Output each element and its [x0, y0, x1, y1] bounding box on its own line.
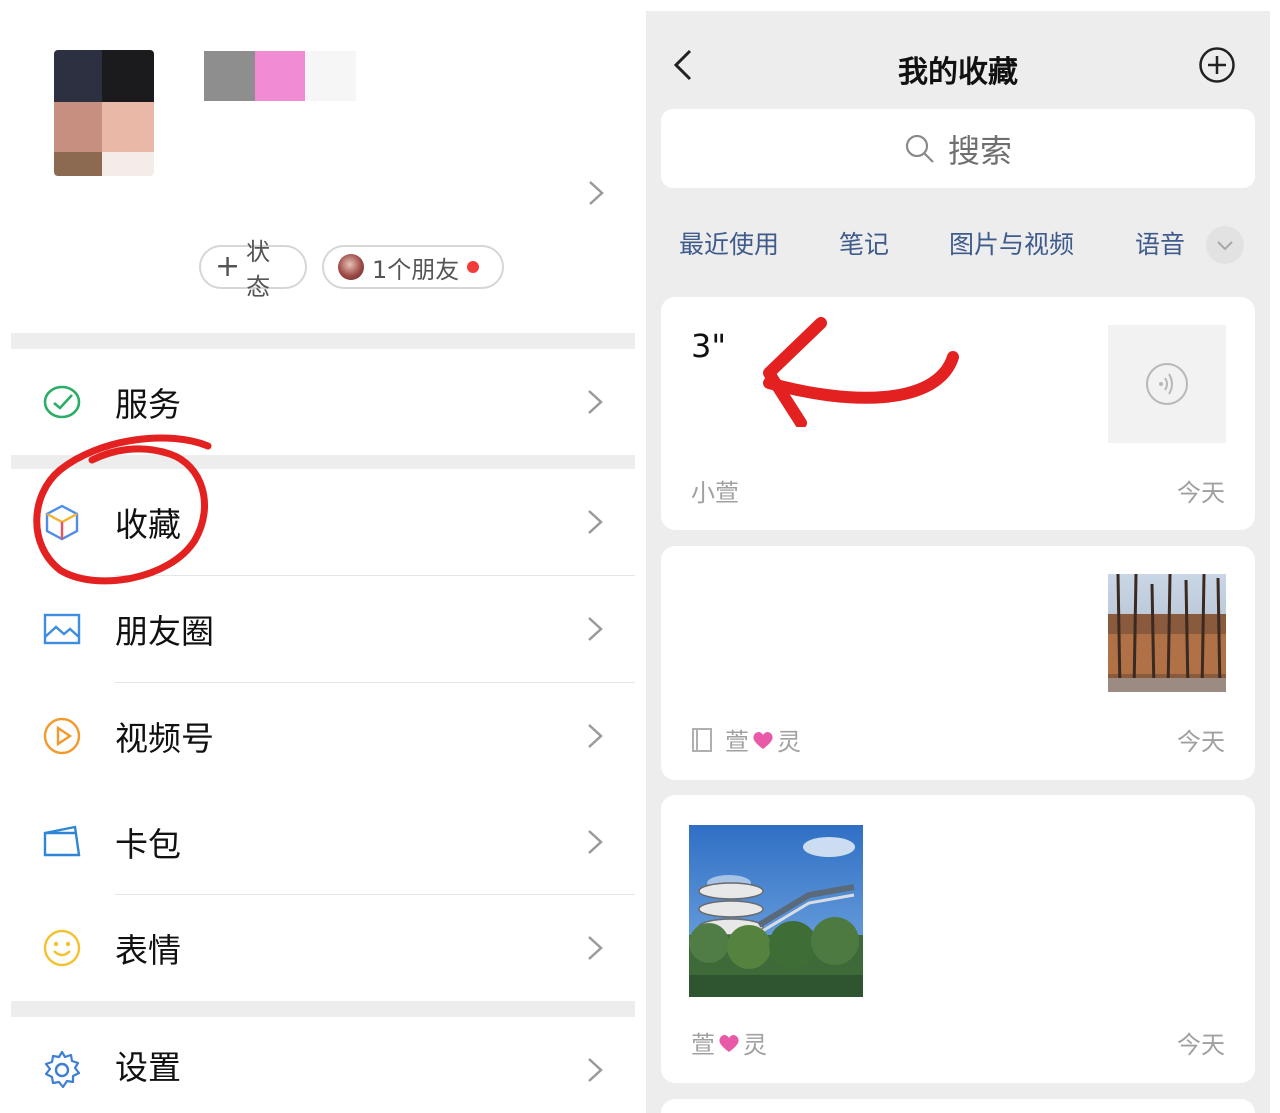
card-date: 今天 — [1177, 728, 1225, 756]
chevron-right-icon — [588, 830, 603, 854]
chevron-right-icon — [588, 510, 603, 534]
profile-avatar[interactable] — [54, 50, 154, 176]
channels-play-icon — [43, 717, 81, 755]
friends-status-chip[interactable]: 1个朋友 — [322, 245, 504, 289]
section-gap — [11, 333, 635, 349]
note-book-icon — [692, 727, 712, 752]
menu-label: 朋友圈 — [115, 612, 214, 651]
source-name-end: 灵 — [777, 728, 801, 756]
menu-label: 服务 — [115, 385, 181, 424]
favorite-card-image[interactable]: 萱 灵 今天 — [661, 795, 1255, 1083]
search-bar[interactable]: 搜索 — [661, 109, 1255, 188]
page-title: 我的收藏 — [898, 55, 1018, 90]
chevron-right-icon — [588, 936, 603, 960]
favorites-page: 我的收藏 搜索 最近使用 笔记 图片与视频 语音 3" 小萱 今天 萱 灵 今天… — [646, 11, 1270, 1113]
chevron-right-icon — [588, 1058, 603, 1082]
menu-item-stickers[interactable]: 表情 — [11, 895, 635, 1001]
profile-chevron-icon[interactable] — [584, 178, 608, 208]
chevron-down-icon — [1217, 241, 1233, 251]
search-icon — [905, 134, 934, 163]
add-circle-icon[interactable] — [1198, 46, 1236, 84]
section-gap — [11, 1001, 635, 1017]
menu-label: 视频号 — [115, 719, 214, 758]
menu-item-favorites[interactable]: 收藏 — [11, 469, 635, 575]
tab-notes[interactable]: 笔记 — [839, 225, 889, 261]
menu-label: 表情 — [115, 931, 181, 970]
voice-thumbnail — [1108, 325, 1226, 443]
friend-avatar — [338, 254, 364, 280]
menu-item-card-wallet[interactable]: 卡包 — [11, 789, 635, 895]
moments-picture-icon — [43, 613, 81, 645]
me-page: + 状态 1个朋友 服务 收藏 朋友圈 视频号 卡包 表情 设置 — [0, 0, 636, 1113]
menu-item-moments[interactable]: 朋友圈 — [11, 576, 635, 682]
source-name-start: 萱 — [691, 1031, 715, 1059]
card-date: 今天 — [1177, 479, 1225, 507]
menu-item-services[interactable]: 服务 — [11, 349, 635, 455]
friends-chip-label: 1个朋友 — [372, 255, 460, 284]
voice-duration: 3" — [691, 327, 727, 365]
voice-wave-icon — [1146, 363, 1188, 405]
menu-label: 设置 — [115, 1048, 181, 1087]
status-chip[interactable]: + 状态 — [199, 238, 307, 301]
tabs-expand-button[interactable] — [1206, 226, 1244, 264]
favorite-card-voice[interactable]: 3" 小萱 今天 — [661, 297, 1255, 530]
source-name-start: 萱 — [725, 728, 749, 756]
search-placeholder: 搜索 — [947, 131, 1012, 170]
building-photo-thumbnail — [689, 825, 863, 997]
chevron-right-icon — [588, 724, 603, 748]
heart-emoji-icon — [753, 731, 773, 749]
plus-icon: + — [215, 249, 241, 284]
annotation-arrow — [763, 317, 959, 427]
favorite-card-note[interactable]: 萱 灵 今天 — [661, 546, 1255, 780]
menu-label: 卡包 — [115, 825, 181, 864]
card-source: 萱 灵 — [691, 1025, 767, 1060]
favorites-cube-icon — [45, 504, 79, 541]
tab-voice[interactable]: 语音 — [1135, 225, 1185, 261]
menu-item-channels[interactable]: 视频号 — [11, 683, 635, 789]
card-source: 小萱 — [691, 479, 739, 507]
heart-emoji-icon — [719, 1034, 739, 1052]
forest-thumbnail — [1108, 574, 1226, 692]
source-name-end: 灵 — [743, 1031, 767, 1059]
menu-item-settings[interactable]: 设置 — [11, 1017, 635, 1113]
gear-icon — [44, 1050, 81, 1089]
tab-images-videos[interactable]: 图片与视频 — [949, 225, 1074, 261]
chevron-right-icon — [588, 617, 603, 641]
section-gap — [11, 455, 635, 469]
menu-label: 收藏 — [115, 505, 181, 544]
services-icon — [43, 385, 81, 419]
category-tabs: 最近使用 笔记 图片与视频 语音 — [679, 225, 1249, 265]
status-chip-label: 状态 — [246, 238, 271, 301]
card-source: 萱 灵 — [691, 722, 801, 757]
chevron-right-icon — [588, 390, 603, 414]
smiley-icon — [43, 929, 81, 967]
card-date: 今天 — [1177, 1031, 1225, 1059]
tab-recent[interactable]: 最近使用 — [679, 225, 779, 261]
screenshot-stage: + 状态 1个朋友 服务 收藏 朋友圈 视频号 卡包 表情 设置 我的收藏 搜索… — [0, 0, 1280, 1113]
favorite-card-partial[interactable] — [661, 1099, 1255, 1113]
wallet-icon — [43, 825, 81, 857]
unread-dot — [467, 261, 480, 273]
profile-name-blurred — [204, 51, 357, 101]
